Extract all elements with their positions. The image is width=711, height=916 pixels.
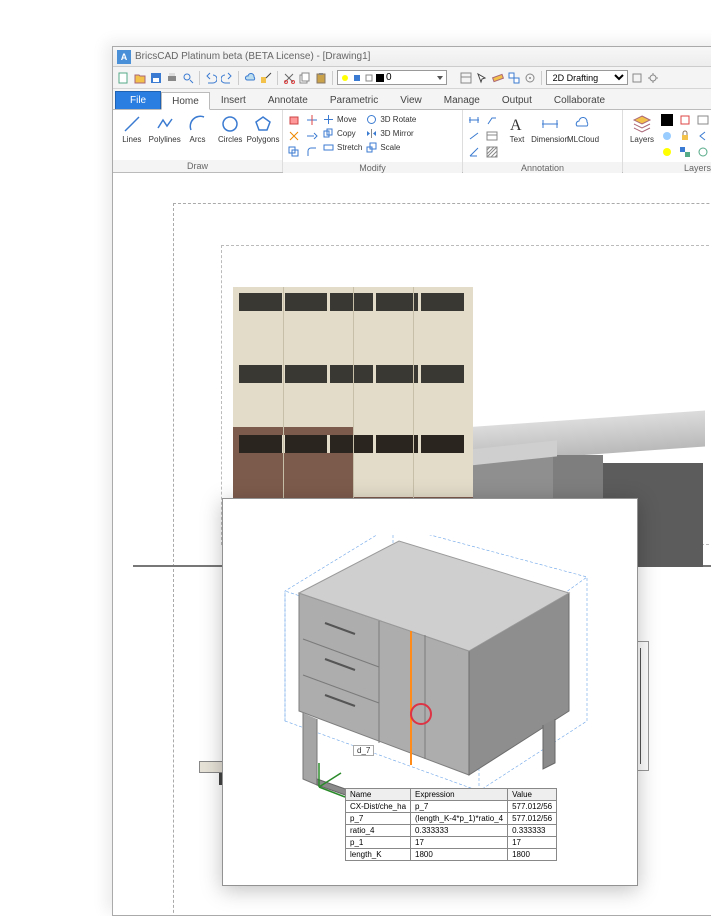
- tab-annotate[interactable]: Annotate: [257, 91, 319, 109]
- copy-tool[interactable]: Copy: [322, 127, 362, 139]
- tab-insert[interactable]: Insert: [210, 91, 257, 109]
- panel-draw: Lines Polylines Arcs Circles Polygons Dr…: [113, 110, 283, 172]
- panel-modify: Move Copy Stretch 3D Rotate 3D Mirror Sc…: [283, 110, 463, 172]
- new-icon[interactable]: [117, 71, 131, 85]
- hatch-icon[interactable]: [485, 145, 499, 159]
- table-row[interactable]: CX-Dist/che_hap_7577.012/56: [346, 801, 557, 813]
- preview-icon[interactable]: [181, 71, 195, 85]
- lines-tool[interactable]: Lines: [117, 113, 147, 144]
- settings-icon[interactable]: [630, 71, 644, 85]
- file-tab[interactable]: File: [115, 91, 161, 109]
- leader-icon[interactable]: [485, 113, 499, 127]
- window-title: BricsCAD Platinum beta (BETA License) - …: [135, 51, 370, 62]
- layer0-label: 0: [386, 72, 392, 83]
- table-row[interactable]: p_7(length_K-4*p_1)*ratio_4577.012/56: [346, 813, 557, 825]
- dimension-label[interactable]: d_7: [353, 745, 374, 756]
- app-icon: A: [117, 50, 131, 64]
- layer-match-icon[interactable]: [678, 145, 692, 159]
- table-row[interactable]: ratio_40.3333330.333333: [346, 825, 557, 837]
- matchprop-icon[interactable]: [259, 71, 273, 85]
- ribbon: Lines Polylines Arcs Circles Polygons Dr…: [113, 109, 711, 173]
- 3d-model[interactable]: [243, 535, 603, 795]
- paste-icon[interactable]: [314, 71, 328, 85]
- polylines-tool[interactable]: Polylines: [150, 113, 180, 144]
- table-header: Name: [346, 789, 411, 801]
- move-tool[interactable]: Move: [322, 113, 362, 125]
- rotate3d-tool[interactable]: 3D Rotate: [365, 113, 416, 125]
- dim-angular-icon[interactable]: [467, 145, 481, 159]
- text-tool[interactable]: AText: [502, 113, 532, 144]
- layer-lock-icon[interactable]: [678, 129, 692, 143]
- table-row[interactable]: length_K18001800: [346, 849, 557, 861]
- dim-linear-icon[interactable]: [467, 113, 481, 127]
- quick-access-toolbar: 0 2D Drafting: [113, 67, 711, 89]
- save-icon[interactable]: [149, 71, 163, 85]
- open-icon[interactable]: [133, 71, 147, 85]
- cut-icon[interactable]: [282, 71, 296, 85]
- extend-icon[interactable]: [305, 129, 319, 143]
- undo-icon[interactable]: [204, 71, 218, 85]
- properties-icon[interactable]: [459, 71, 473, 85]
- layers-tool[interactable]: Layers: [627, 113, 657, 144]
- select-icon[interactable]: [475, 71, 489, 85]
- layer-state-icon[interactable]: [696, 113, 710, 127]
- mlcloud-tool[interactable]: MLCloud: [568, 113, 598, 144]
- fillet-icon[interactable]: [305, 145, 319, 159]
- tab-manage[interactable]: Manage: [433, 91, 491, 109]
- panel-annotation: AText Dimension MLCloud Annotation: [463, 110, 623, 172]
- tab-output[interactable]: Output: [491, 91, 543, 109]
- layer-iso-icon[interactable]: [678, 113, 692, 127]
- layer-off-icon[interactable]: [660, 145, 674, 159]
- explode-icon[interactable]: [287, 129, 301, 143]
- xref-icon[interactable]: [507, 71, 521, 85]
- copy-icon[interactable]: [298, 71, 312, 85]
- dimension-tool[interactable]: Dimension: [535, 113, 565, 144]
- erase-icon[interactable]: [287, 113, 301, 127]
- cloud-icon[interactable]: [243, 71, 257, 85]
- arcs-tool[interactable]: Arcs: [183, 113, 213, 144]
- tab-home[interactable]: Home: [161, 92, 210, 110]
- stretch-tool[interactable]: Stretch: [322, 141, 362, 153]
- panel-draw-title: Draw: [113, 160, 282, 172]
- layer-prev-icon[interactable]: [696, 129, 710, 143]
- titlebar: A BricsCAD Platinum beta (BETA License) …: [113, 47, 711, 67]
- polygons-tool[interactable]: Polygons: [248, 113, 278, 144]
- mirror3d-tool[interactable]: 3D Mirror: [365, 127, 416, 139]
- tab-collaborate[interactable]: Collaborate: [543, 91, 616, 109]
- bylayer-color[interactable]: [660, 113, 674, 127]
- orbit-gizmo-icon[interactable]: [410, 703, 432, 725]
- panel-layers: Layers Layers: [623, 110, 711, 172]
- ribbon-tabs: File Home Insert Annotate Parametric Vie…: [113, 89, 711, 109]
- layer-combo[interactable]: 0: [337, 70, 447, 85]
- table-header: Value: [508, 789, 557, 801]
- workspace-select[interactable]: 2D Drafting: [546, 70, 628, 85]
- offset-icon[interactable]: [287, 145, 301, 159]
- layer-walk-icon[interactable]: [696, 145, 710, 159]
- table-icon[interactable]: [485, 129, 499, 143]
- tab-parametric[interactable]: Parametric: [319, 91, 389, 109]
- dim-aligned-icon[interactable]: [467, 129, 481, 143]
- parameters-table[interactable]: Name Expression Value CX-Dist/che_hap_75…: [345, 788, 557, 861]
- tab-view[interactable]: View: [389, 91, 433, 109]
- trim-icon[interactable]: [305, 113, 319, 127]
- redo-icon[interactable]: [220, 71, 234, 85]
- scale-tool[interactable]: Scale: [365, 141, 416, 153]
- layer-freeze-icon[interactable]: [660, 129, 674, 143]
- gear-icon[interactable]: [646, 71, 660, 85]
- 3d-preview-panel: d_7 Name Expression Value CX-Dist/che_ha…: [222, 498, 638, 886]
- tools-icon[interactable]: [523, 71, 537, 85]
- measure-icon[interactable]: [491, 71, 505, 85]
- table-row[interactable]: p_11717: [346, 837, 557, 849]
- table-header: Expression: [411, 789, 508, 801]
- print-icon[interactable]: [165, 71, 179, 85]
- svg-text:A: A: [510, 117, 522, 134]
- circles-tool[interactable]: Circles: [215, 113, 245, 144]
